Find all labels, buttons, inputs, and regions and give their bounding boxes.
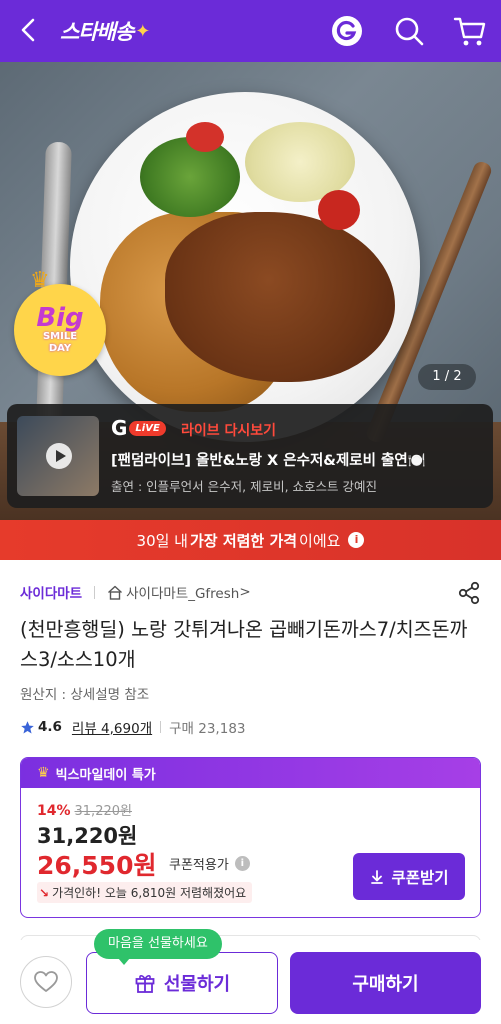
banner-suffix: 이에요 <box>299 531 341 550</box>
price-drop-notice: ↘ 가격인하! 오늘 6,810원 저렴해졌어요 <box>37 882 253 903</box>
gift-button[interactable]: 선물하기 <box>86 952 278 1014</box>
store-chevron-icon: > <box>239 584 251 600</box>
price-drop-text: 가격인하! 오늘 6,810원 저렴해졌어요 <box>52 886 247 900</box>
live-cast: 출연 : 인플루언서 은수저, 제로비, 쇼호스트 강예진 <box>111 479 377 494</box>
buy-button[interactable]: 구매하기 <box>290 952 481 1014</box>
down-arrow-icon: ↘ <box>39 885 50 900</box>
live-thumbnail[interactable] <box>17 416 99 496</box>
discount-percent: 14% <box>37 803 71 819</box>
info-icon[interactable]: i <box>234 856 250 871</box>
crown-icon: ♛ <box>37 765 50 781</box>
coupon-button-label: 쿠폰받기 <box>391 868 449 887</box>
purchase-count: 구매 23,183 <box>169 721 246 737</box>
discount-row: 14% 31,220원 <box>37 800 132 819</box>
download-icon <box>371 869 384 884</box>
badge-big-text: Big <box>36 303 84 333</box>
tomato-image <box>186 122 224 152</box>
g-live-logo: G LiVE <box>111 416 166 440</box>
star-icon <box>21 720 34 733</box>
live-title: [팬덤라이브] 올반&노랑 X 은수저&제로비 출연🍽️ <box>111 453 426 469</box>
g-logo-icon[interactable] <box>330 14 364 48</box>
search-icon[interactable] <box>392 14 426 48</box>
live-replay-label[interactable]: 라이브 다시보기 <box>181 420 276 440</box>
live-replay-card[interactable]: G LiVE 라이브 다시보기 [팬덤라이브] 올반&노랑 X 은수저&제로비 … <box>7 404 493 508</box>
top-bar: 스타배송 ✦ <box>0 0 501 62</box>
wishlist-button[interactable] <box>20 956 72 1008</box>
logo-text: 스타배송 <box>60 20 134 44</box>
greens-image <box>140 137 240 217</box>
lowest-price-banner[interactable]: 30일 내 가장 저렴한 가격 이에요 i <box>0 520 501 560</box>
store-name: 사이다마트_Gfresh <box>126 586 240 602</box>
tomato-image <box>318 190 360 230</box>
home-icon <box>108 585 123 600</box>
final-price: 26,550원 <box>37 851 157 880</box>
play-icon <box>46 443 72 469</box>
cart-icon[interactable] <box>452 13 488 49</box>
divider <box>160 721 162 733</box>
seller-link[interactable]: 사이다마트 <box>20 582 82 602</box>
live-tag: LiVE <box>129 420 166 436</box>
badge-smile-text: SMILE <box>42 331 78 342</box>
buy-button-label: 구매하기 <box>352 974 419 995</box>
coupon-price-label: 쿠폰적용가 i <box>169 854 250 873</box>
share-icon[interactable] <box>456 580 482 606</box>
info-icon[interactable]: i <box>348 532 365 548</box>
star-delivery-logo[interactable]: 스타배송 ✦ <box>60 16 150 46</box>
store-link[interactable]: 사이다마트_Gfresh > <box>107 582 251 602</box>
big-smile-day-badge: ♛ Big SMILE DAY <box>14 268 106 376</box>
badge-day-text: DAY <box>48 343 72 354</box>
gift-button-label: 선물하기 <box>163 974 231 995</box>
rating-score: 4.6 <box>38 719 62 735</box>
event-label: 빅스마일데이 특가 <box>55 767 156 783</box>
divider <box>94 585 96 599</box>
rating-row: 4.6 리뷰 4,690개 구매 23,183 <box>20 717 246 737</box>
logo-star-icon: ✦ <box>135 20 150 42</box>
reviews-link[interactable]: 리뷰 4,690개 <box>72 717 152 737</box>
g-text: G <box>111 416 128 440</box>
event-header: ♛ 빅스마일데이 특가 <box>21 758 480 788</box>
get-coupon-button[interactable]: 쿠폰받기 <box>353 853 465 900</box>
product-title: (천만흥행딜) 노랑 갓튀겨나온 곱빼기돈까스7/치즈돈까스3/소스10개 <box>20 618 468 671</box>
heart-icon <box>34 971 58 992</box>
origin-info: 원산지 : 상세설명 참조 <box>20 687 150 703</box>
image-counter: 1 / 2 <box>418 364 476 390</box>
original-price: 31,220원 <box>74 804 132 819</box>
seller-row: 사이다마트 사이다마트_Gfresh > <box>20 582 251 602</box>
gift-icon <box>135 975 155 993</box>
banner-prefix: 30일 내 <box>136 531 188 550</box>
coupon-label-text: 쿠폰적용가 <box>169 858 229 873</box>
banner-highlight: 가장 저렴한 가격 <box>190 531 298 550</box>
back-arrow-icon[interactable] <box>14 15 44 45</box>
crown-icon: ♛ <box>30 268 50 293</box>
gift-tooltip: 마음을 선물하세요 <box>94 929 222 965</box>
price-box: ♛ 빅스마일데이 특가 14% 31,220원 31,220원 26,550원 … <box>20 757 481 918</box>
